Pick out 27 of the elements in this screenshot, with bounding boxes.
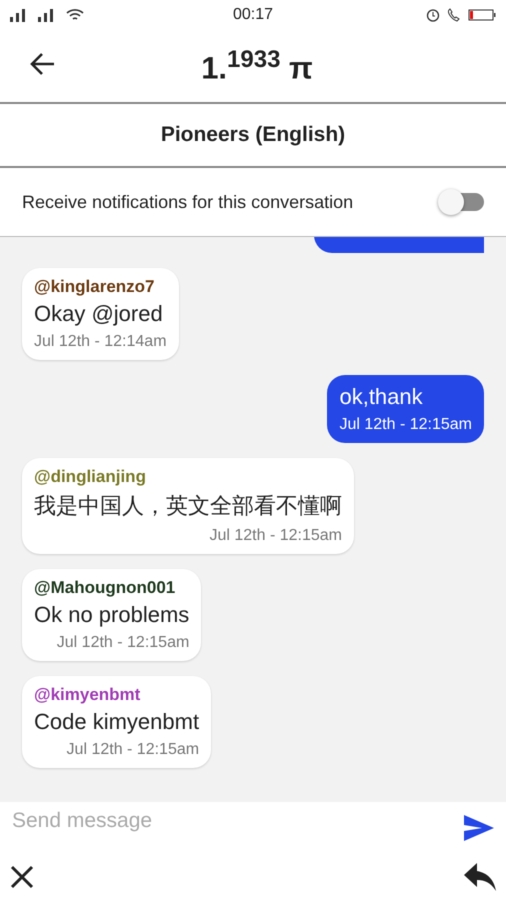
app-title: 1.$^{1933}$ π bbox=[200, 46, 313, 86]
message-author: @dinglianjing bbox=[34, 467, 147, 487]
message-text: Ok no problems bbox=[34, 602, 190, 628]
message-text: Code kimyenbmt bbox=[34, 709, 200, 735]
message-author: @kinglarenzo7 bbox=[34, 277, 156, 297]
channel-title: Pioneers (English) bbox=[160, 123, 346, 147]
message-time: Jul 12th - 12:15am bbox=[66, 741, 200, 759]
message-text: Okay @jored bbox=[34, 301, 164, 327]
notification-label: Receive notifications for this conversation bbox=[22, 192, 354, 212]
back-arrow-icon[interactable] bbox=[30, 52, 56, 76]
message-author: @Mahougnon001 bbox=[34, 578, 176, 598]
message-author: @kimyenbmt bbox=[34, 685, 142, 705]
message-time: Jul 12th - 12:15am bbox=[339, 416, 472, 434]
alarm-icon bbox=[426, 8, 440, 22]
phone-icon bbox=[446, 8, 462, 22]
notification-toggle[interactable] bbox=[440, 189, 486, 215]
message-time: Jul 12th - 12:15am bbox=[209, 527, 342, 545]
message-text: 我是中国人，英文全部看不懂啊 bbox=[34, 492, 342, 520]
close-icon[interactable] bbox=[10, 865, 34, 889]
status-time: 00:17 bbox=[232, 6, 274, 24]
message-time: Jul 12th - 12:15am bbox=[56, 634, 190, 652]
send-icon[interactable] bbox=[464, 815, 494, 841]
message-text: ok,thank bbox=[339, 384, 424, 410]
battery-icon bbox=[468, 8, 496, 22]
message-time: Jul 12th - 12:14am bbox=[34, 333, 167, 351]
reply-icon[interactable] bbox=[464, 863, 496, 891]
wifi-icon bbox=[66, 8, 84, 22]
